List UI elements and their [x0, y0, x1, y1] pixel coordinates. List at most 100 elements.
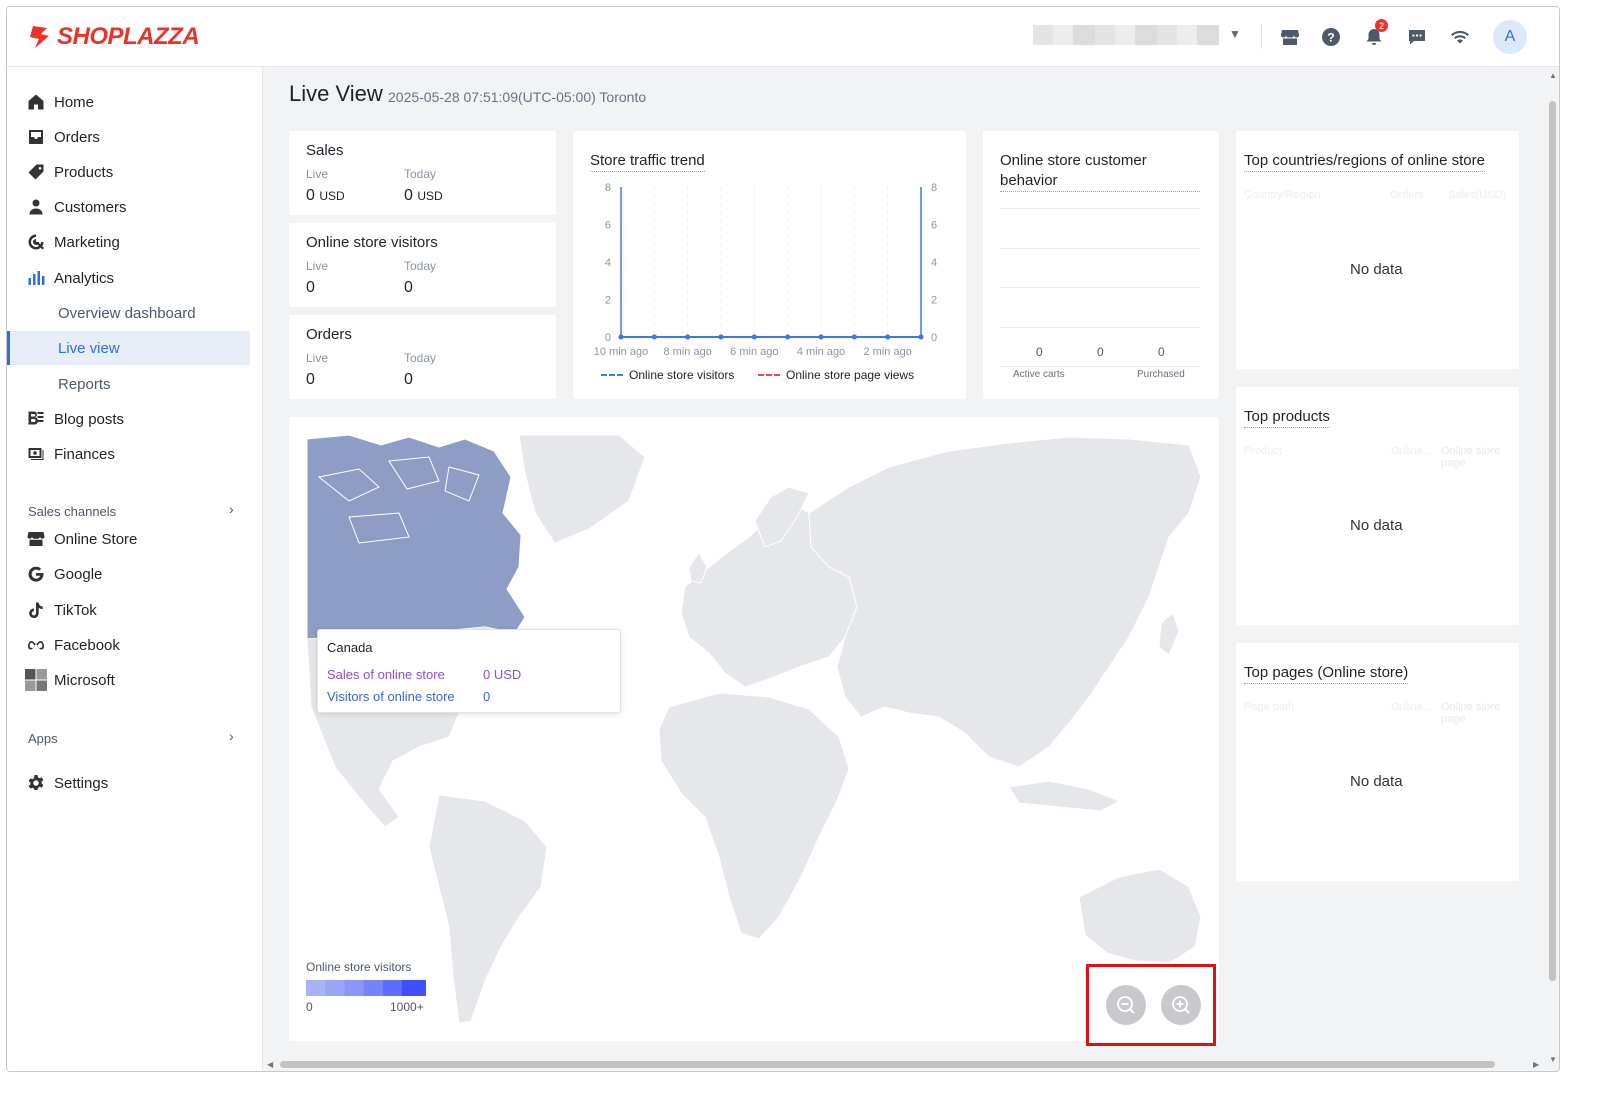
chat-icon[interactable]: [1406, 26, 1428, 48]
store-icon[interactable]: [1279, 26, 1301, 48]
sidebar-item-label: Blog posts: [54, 410, 125, 428]
sidebar-item-label: Marketing: [54, 233, 120, 251]
data-point: [751, 334, 757, 340]
sidebar-item-online-store[interactable]: Online Store: [7, 522, 250, 556]
sidebar-item-home[interactable]: Home: [7, 85, 250, 119]
live-label: Live: [306, 351, 329, 365]
customer-behavior-card: Online store customer behavior 0 0 0 Act…: [983, 131, 1219, 399]
sales-live-value: 0 USD: [306, 187, 345, 205]
y-tick-label: 8: [605, 182, 611, 194]
google-icon: [27, 565, 45, 583]
sidebar-item-settings[interactable]: Settings: [7, 766, 250, 800]
visitors-live-value: 0: [306, 279, 315, 296]
marketing-icon: [27, 233, 45, 251]
map-region-africa: [658, 692, 850, 940]
legend-label: Online store page views: [786, 368, 915, 382]
sidebar-item-analytics[interactable]: Analytics: [7, 261, 250, 295]
no-data-message: No data: [1350, 517, 1403, 534]
live-label: Live: [306, 259, 329, 273]
chevron-right-icon[interactable]: ›: [229, 501, 234, 517]
live-label: Live: [306, 167, 329, 181]
sidebar-item-customers[interactable]: Customers: [7, 190, 250, 224]
legend-swatch: [601, 374, 623, 376]
horizontal-scrollbar[interactable]: ◀ ▶: [264, 1057, 1545, 1071]
sidebar-item-blog-posts[interactable]: Blog posts: [7, 402, 250, 436]
sidebar-item-microsoft[interactable]: Microsoft: [7, 663, 250, 697]
sidebar-subitem-live-view[interactable]: Live view: [7, 331, 250, 365]
sidebar-item-marketing[interactable]: Marketing: [7, 225, 250, 259]
behavior-value: 0: [1097, 345, 1104, 359]
world-map[interactable]: [289, 417, 1219, 1041]
scroll-thumb[interactable]: [280, 1061, 1495, 1068]
chevron-down-icon[interactable]: ▼: [1229, 27, 1241, 41]
finance-icon: [27, 445, 45, 463]
legend-visitors: Online store visitors: [601, 368, 734, 382]
card-title: Sales: [306, 142, 344, 159]
no-data-message: No data: [1350, 261, 1403, 278]
sidebar-item-label: Finances: [54, 445, 115, 463]
y-tick-label: 0: [931, 332, 937, 344]
sidebar-item-label: Customers: [54, 198, 127, 216]
wifi-icon[interactable]: [1449, 26, 1471, 48]
sidebar-item-products[interactable]: Products: [7, 155, 250, 189]
help-icon[interactable]: ?: [1320, 26, 1342, 48]
column-header: Online...: [1391, 701, 1432, 713]
data-point: [818, 334, 824, 340]
card-title: Top pages (Online store): [1244, 663, 1409, 684]
top-countries-card: Top countries/regions of online store Co…: [1236, 131, 1519, 369]
tiktok-icon: [27, 601, 45, 619]
legend-page-views: Online store page views: [758, 368, 914, 382]
map-legend-min: 0: [306, 1000, 313, 1014]
tag-icon: [27, 163, 45, 181]
app-window: SHOPLAZZA ▼ ? 2 A Home Orders Products C…: [6, 6, 1560, 1072]
column-header: Online...: [1391, 445, 1432, 457]
x-tick-label: 10 min ago: [594, 346, 648, 358]
data-point: [851, 334, 857, 340]
orders-icon: [27, 128, 45, 146]
y-tick-label: 6: [931, 220, 937, 232]
sidebar-item-tiktok[interactable]: TikTok: [7, 593, 250, 627]
chevron-right-icon[interactable]: ›: [229, 728, 234, 744]
sidebar-item-google[interactable]: Google: [7, 557, 250, 591]
visitors-today-value: 0: [404, 279, 413, 296]
page-title: Live View: [289, 81, 383, 106]
scroll-thumb[interactable]: [1549, 101, 1556, 981]
sidebar-subitem-overview-dashboard[interactable]: Overview dashboard: [7, 296, 250, 330]
scroll-down-icon[interactable]: ▼: [1549, 1055, 1557, 1064]
top-bar: SHOPLAZZA ▼ ? 2 A: [7, 7, 1559, 67]
sidebar-item-label: Live view: [58, 339, 120, 357]
store-switcher[interactable]: [1033, 25, 1219, 45]
store-icon: [27, 530, 45, 548]
brand-logo[interactable]: SHOPLAZZA: [27, 23, 200, 51]
map-legend-title: Online store visitors: [306, 960, 412, 974]
scroll-right-icon[interactable]: ▶: [1533, 1060, 1539, 1069]
sidebar-item-label: Settings: [54, 774, 109, 792]
unit: USD: [319, 189, 345, 203]
behavior-label: Purchased: [1137, 369, 1185, 380]
scroll-up-icon[interactable]: ▲: [1549, 71, 1557, 80]
map-region-australia: [1078, 868, 1202, 964]
value: 0: [306, 187, 315, 204]
main-content: Live View 2025-05-28 07:51:09(UTC-05:00)…: [264, 67, 1545, 1057]
gridline: [1000, 327, 1200, 328]
scroll-left-icon[interactable]: ◀: [267, 1060, 273, 1069]
card-title: Online store visitors: [306, 234, 438, 251]
avatar[interactable]: A: [1493, 20, 1527, 54]
column-header: Online store page: [1441, 445, 1501, 469]
sidebar-item-facebook[interactable]: Facebook: [7, 628, 250, 662]
sidebar-item-finances[interactable]: Finances: [7, 437, 250, 471]
x-tick-label: 4 min ago: [797, 346, 845, 358]
map-region-southeast-asia: [1008, 780, 1121, 812]
map-tooltip: Canada Sales of online store 0 USD Visit…: [317, 629, 621, 713]
orders-today-value: 0: [404, 371, 413, 388]
sidebar-item-orders[interactable]: Orders: [7, 120, 250, 154]
sidebar-subitem-reports[interactable]: Reports: [7, 367, 250, 401]
today-label: Today: [404, 351, 437, 365]
brand-name: SHOPLAZZA: [57, 23, 200, 50]
card-title: Online store customer behavior: [1000, 151, 1200, 192]
traffic-chart: 0 0 2 2 4 4 6 6 8 8 10 min ago 8 min ago 6 min ago 4 …: [594, 182, 937, 358]
vertical-scrollbar[interactable]: ▲ ▼: [1545, 67, 1559, 1071]
sidebar-item-label: TikTok: [54, 601, 97, 619]
sidebar: Home Orders Products Customers Marketing…: [7, 67, 263, 1071]
world-map-card[interactable]: Online store visitors 0 1000+: [289, 417, 1219, 1041]
